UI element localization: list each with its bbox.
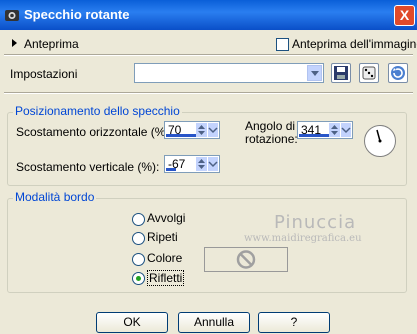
dice-icon: [362, 66, 376, 80]
chevron-down-icon[interactable]: [341, 123, 351, 137]
image-preview-label: Anteprima dell'immagine: [292, 37, 417, 51]
radio-selected-dot: [136, 276, 141, 281]
watermark-name: Pinuccia: [274, 212, 357, 233]
radio-wrap-label[interactable]: Avvolgi: [147, 211, 185, 225]
separator: [4, 54, 413, 56]
angle-label-1: Angolo di: [245, 119, 296, 133]
border-group-title: Modalità bordo: [13, 190, 97, 204]
settings-dropdown[interactable]: [134, 63, 324, 83]
reset-arrow-icon: [391, 66, 405, 80]
angle-level: [299, 134, 329, 137]
spinner-icon[interactable]: [329, 123, 340, 137]
ok-button[interactable]: OK: [96, 312, 168, 333]
angle-input[interactable]: 341: [297, 121, 353, 139]
chevron-down-icon[interactable]: [208, 157, 218, 171]
rotation-dial[interactable]: [364, 125, 396, 157]
radio-reflect[interactable]: [132, 272, 145, 285]
settings-label: Impostazioni: [10, 67, 78, 81]
color-swatch[interactable]: [204, 247, 288, 272]
radio-repeat[interactable]: [132, 232, 145, 245]
preview-toggle[interactable]: Anteprima: [24, 37, 79, 51]
h-offset-input[interactable]: 70: [164, 121, 220, 139]
v-offset-label: Scostamento verticale (%):: [16, 160, 160, 174]
cancel-button[interactable]: Annulla: [178, 312, 250, 333]
v-offset-input[interactable]: -67: [164, 155, 220, 173]
radio-repeat-label[interactable]: Ripeti: [147, 230, 178, 244]
chevron-down-icon[interactable]: [307, 65, 322, 81]
spinner-icon[interactable]: [196, 157, 207, 171]
window-title: Specchio rotante: [24, 7, 130, 22]
app-icon: [5, 10, 19, 21]
h-offset-label: Scostamento orizzontale (%):: [16, 125, 173, 139]
help-button[interactable]: ?: [258, 312, 330, 333]
radio-reflect-label[interactable]: Rifletti: [147, 270, 185, 286]
save-preset-button[interactable]: [331, 63, 351, 83]
disabled-icon: [236, 250, 256, 269]
radio-color-label[interactable]: Colore: [147, 251, 182, 265]
angle-label-2: rotazione:: [245, 132, 298, 146]
floppy-disk-icon: [334, 66, 348, 80]
randomize-button[interactable]: [359, 63, 379, 83]
watermark-url: www.maidiregrafica.eu: [244, 233, 362, 244]
image-preview-checkbox[interactable]: [276, 38, 289, 51]
radio-color[interactable]: [132, 253, 145, 266]
v-offset-level: [166, 168, 176, 171]
reset-button[interactable]: [388, 63, 408, 83]
expand-arrow-icon[interactable]: [12, 39, 17, 47]
mirror-group-title: Posizionamento dello specchio: [13, 104, 182, 118]
close-button[interactable]: X: [394, 5, 415, 26]
spinner-icon[interactable]: [196, 123, 207, 137]
radio-wrap[interactable]: [132, 213, 145, 226]
separator: [4, 92, 413, 94]
chevron-down-icon[interactable]: [208, 123, 218, 137]
dial-needle-icon: [376, 129, 382, 143]
